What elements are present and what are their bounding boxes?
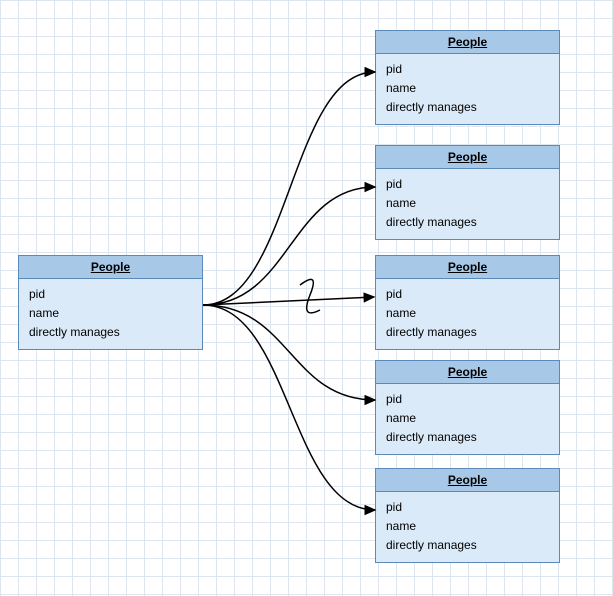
entity-t2: People pid name directly manages: [375, 145, 560, 240]
field-directly-manages: directly manages: [386, 213, 549, 232]
entity-t5-label: People: [448, 473, 487, 487]
entity-source: People pid name directly manages: [18, 255, 203, 350]
entity-t1: People pid name directly manages: [375, 30, 560, 125]
field-name: name: [386, 409, 549, 428]
entity-t4: People pid name directly manages: [375, 360, 560, 455]
field-directly-manages: directly manages: [386, 98, 549, 117]
entity-t5: People pid name directly manages: [375, 468, 560, 563]
entity-t5-body: pid name directly manages: [376, 492, 559, 562]
entity-t2-body: pid name directly manages: [376, 169, 559, 239]
entity-t1-body: pid name directly manages: [376, 54, 559, 124]
entity-t3-header: People: [376, 256, 559, 279]
field-directly-manages: directly manages: [386, 323, 549, 342]
entity-t3-body: pid name directly manages: [376, 279, 559, 349]
entity-t4-body: pid name directly manages: [376, 384, 559, 454]
entity-t4-header: People: [376, 361, 559, 384]
entity-t3-label: People: [448, 260, 487, 274]
field-directly-manages: directly manages: [386, 428, 549, 447]
field-pid: pid: [29, 285, 192, 304]
arrow-to-t5: [203, 305, 375, 510]
diagram-canvas: People pid name directly manages People …: [0, 0, 613, 596]
entity-source-body: pid name directly manages: [19, 279, 202, 349]
entity-t2-label: People: [448, 150, 487, 164]
entity-t4-label: People: [448, 365, 487, 379]
entity-t2-header: People: [376, 146, 559, 169]
field-pid: pid: [386, 285, 549, 304]
field-pid: pid: [386, 390, 549, 409]
entity-source-label: People: [91, 260, 130, 274]
field-pid: pid: [386, 498, 549, 517]
entity-t3: People pid name directly manages: [375, 255, 560, 350]
arrow-to-t4: [203, 305, 375, 400]
field-directly-manages: directly manages: [29, 323, 192, 342]
entity-t1-header: People: [376, 31, 559, 54]
arrow-junction-curve: [300, 279, 320, 312]
field-pid: pid: [386, 60, 549, 79]
arrow-to-t2: [203, 187, 375, 305]
field-name: name: [386, 304, 549, 323]
arrow-to-t3: [203, 297, 374, 305]
field-name: name: [386, 517, 549, 536]
entity-t1-label: People: [448, 35, 487, 49]
field-name: name: [29, 304, 192, 323]
arrow-to-t1: [203, 72, 375, 305]
entity-t5-header: People: [376, 469, 559, 492]
field-name: name: [386, 79, 549, 98]
entity-source-header: People: [19, 256, 202, 279]
field-directly-manages: directly manages: [386, 536, 549, 555]
field-name: name: [386, 194, 549, 213]
field-pid: pid: [386, 175, 549, 194]
